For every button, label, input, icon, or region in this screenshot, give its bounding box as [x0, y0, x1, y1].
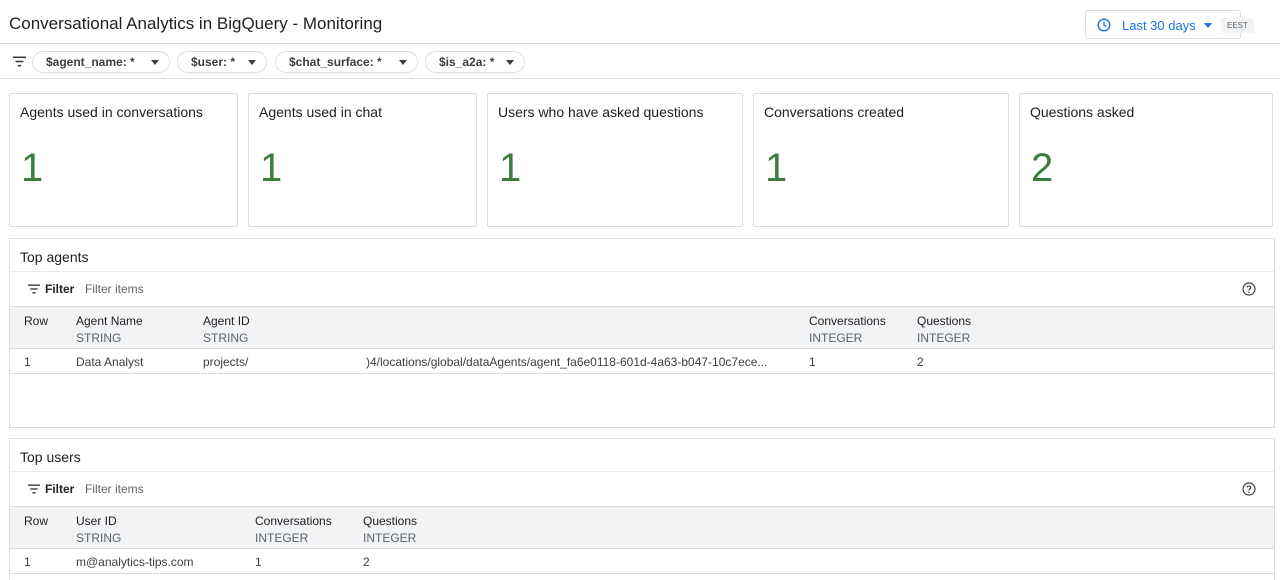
chevron-down-icon — [1204, 23, 1212, 28]
filter-button[interactable]: Filter — [45, 282, 74, 296]
cell-row: 1 — [24, 355, 31, 369]
header-bar: Conversational Analytics in BigQuery - M… — [0, 0, 1280, 44]
filter-input[interactable]: Filter items — [85, 282, 144, 296]
filter-chip-is-a2a[interactable]: $is_a2a: * — [425, 51, 525, 73]
filter-input[interactable]: Filter items — [85, 482, 144, 496]
filter-bar: $agent_name: * $user: * $chat_surface: *… — [0, 44, 1280, 79]
cell-agent-id-end: )4/locations/global/dataAgents/agent_fa6… — [366, 355, 768, 369]
scorecard-value: 1 — [499, 146, 522, 190]
column-header-row[interactable]: Row — [24, 513, 48, 530]
top-agents-panel: Top agents Filter Filter items Row Agent… — [9, 238, 1275, 428]
scorecard-title: Conversations created — [764, 104, 905, 120]
scorecard-users-asked-questions: Users who have asked questions 1 — [487, 93, 743, 227]
chevron-down-icon — [151, 60, 159, 65]
panel-title: Top agents — [20, 249, 89, 265]
column-header-agent-name[interactable]: Agent Name STRING — [76, 313, 143, 347]
cell-agent-name: Data Analyst — [76, 355, 144, 369]
column-header-questions[interactable]: Questions INTEGER — [363, 513, 417, 547]
help-icon[interactable] — [1242, 482, 1256, 496]
chevron-down-icon — [248, 60, 256, 65]
filter-chip-label: $chat_surface: * — [289, 55, 382, 69]
column-header-agent-id[interactable]: Agent ID STRING — [203, 313, 250, 347]
scorecard-title: Questions asked — [1030, 104, 1135, 120]
scorecard-value: 1 — [765, 146, 788, 190]
cell-user-id: m@analytics-tips.com — [76, 555, 194, 569]
cell-questions: 2 — [917, 355, 924, 369]
cell-row: 1 — [24, 555, 31, 569]
scorecard-conversations-created: Conversations created 1 — [753, 93, 1009, 227]
table-header: Row Agent Name STRING Agent ID STRING Conv… — [10, 306, 1274, 349]
filter-chip-chat-surface[interactable]: $chat_surface: * — [275, 51, 418, 73]
help-icon[interactable] — [1242, 282, 1256, 296]
filter-chip-agent-name[interactable]: $agent_name: * — [32, 51, 170, 73]
page-title: Conversational Analytics in BigQuery - M… — [9, 14, 383, 33]
table-header: Row User ID STRING Conversations INTEGER Q… — [10, 506, 1274, 549]
column-header-questions[interactable]: Questions INTEGER — [917, 313, 971, 347]
filter-icon — [28, 484, 40, 494]
date-range-label: Last 30 days — [1122, 18, 1196, 33]
panel-title: Top users — [20, 449, 81, 465]
filter-chip-label: $user: * — [191, 55, 236, 69]
clock-icon — [1097, 18, 1111, 32]
filter-chip-label: $agent_name: * — [46, 55, 135, 69]
filter-chip-user[interactable]: $user: * — [177, 51, 267, 73]
column-header-conversations[interactable]: Conversations INTEGER — [255, 513, 332, 547]
table-row: 1 Data Analyst projects/ )4/locations/gl… — [10, 349, 1274, 374]
scorecard-questions-asked: Questions asked 2 — [1019, 93, 1273, 227]
scorecard-agents-in-conversations: Agents used in conversations 1 — [9, 93, 238, 227]
column-header-conversations[interactable]: Conversations INTEGER — [809, 313, 886, 347]
column-header-row[interactable]: Row — [24, 313, 48, 330]
scorecard-value: 1 — [21, 146, 44, 190]
table-row: 1 m@analytics-tips.com 1 2 — [10, 549, 1274, 574]
scorecard-agents-in-chat: Agents used in chat 1 — [248, 93, 477, 227]
scorecard-title: Users who have asked questions — [498, 104, 704, 120]
table-toolbar: Filter Filter items — [10, 271, 1274, 306]
table-toolbar: Filter Filter items — [10, 471, 1274, 506]
top-users-panel: Top users Filter Filter items Row User I… — [9, 438, 1275, 580]
cell-agent-id-start: projects/ — [203, 355, 249, 369]
filter-icon — [28, 284, 40, 294]
filter-button[interactable]: Filter — [45, 482, 74, 496]
cell-conversations: 1 — [809, 355, 816, 369]
cell-conversations: 1 — [255, 555, 262, 569]
filter-chip-label: $is_a2a: * — [439, 55, 495, 69]
scorecard-title: Agents used in conversations — [20, 104, 203, 120]
chevron-down-icon — [399, 60, 407, 65]
column-header-user-id[interactable]: User ID STRING — [76, 513, 121, 547]
scorecard-value: 2 — [1031, 146, 1054, 190]
cell-questions: 2 — [363, 555, 370, 569]
filter-icon[interactable] — [13, 56, 26, 67]
chevron-down-icon — [506, 60, 514, 65]
timezone-badge: EEST — [1221, 18, 1254, 33]
date-range-selector[interactable]: Last 30 days EEST — [1085, 10, 1254, 39]
scorecard-value: 1 — [260, 146, 283, 190]
scorecard-title: Agents used in chat — [259, 104, 382, 120]
